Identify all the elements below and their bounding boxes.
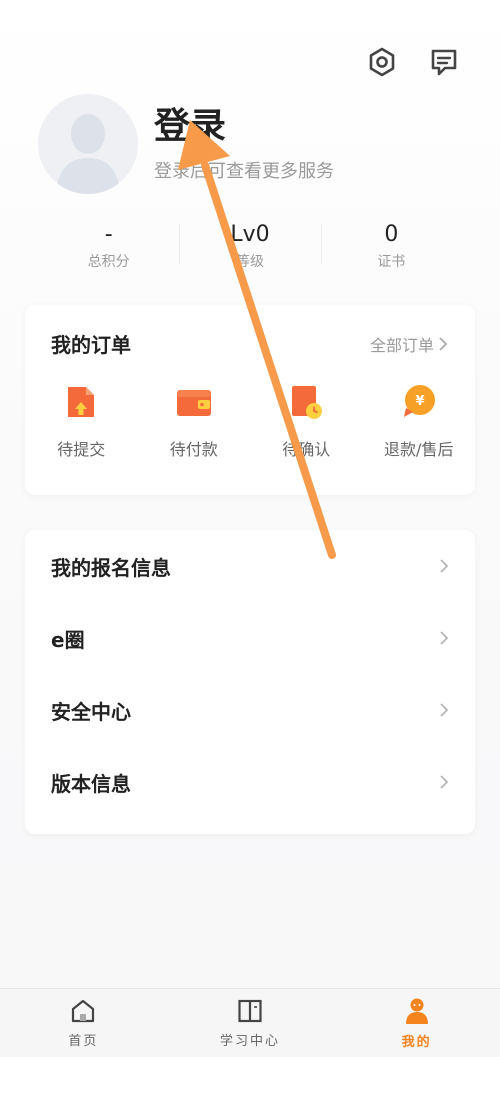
stats-row: - 总积分 Lv0 等级 0 证书: [38, 222, 462, 271]
stat-level[interactable]: Lv0 等级: [179, 222, 320, 271]
profile-icon: [405, 998, 428, 1024]
menu-item-ecircle[interactable]: e圈: [25, 602, 475, 674]
menu-label: 版本信息: [51, 771, 131, 796]
login-title[interactable]: 登录: [154, 105, 334, 149]
settings-button[interactable]: [364, 44, 400, 80]
bottom-safe-area: [0, 1057, 500, 1111]
order-pending-confirm[interactable]: 待确认: [256, 382, 356, 460]
menu-label: e圈: [51, 627, 85, 652]
menu-item-registration[interactable]: 我的报名信息: [25, 530, 475, 602]
book-icon: [238, 999, 262, 1022]
chevron-right-icon: [440, 775, 449, 789]
all-orders-link[interactable]: 全部订单: [370, 332, 449, 356]
message-icon: [431, 49, 457, 76]
tab-label: 学习中心: [220, 1033, 281, 1049]
order-label: 待提交: [57, 440, 106, 459]
stat-value: 0: [384, 222, 399, 247]
messages-button[interactable]: [426, 44, 462, 80]
stat-label: 总积分: [87, 254, 130, 270]
profile-screen: 登录 登录后可查看更多服务 - 总积分 Lv0 等级 0 证书 我的订单 全部订…: [0, 0, 500, 1111]
order-label: 退款/售后: [384, 440, 454, 459]
menu-card: 我的报名信息 e圈 安全中心 版本信息: [25, 530, 475, 834]
login-subtitle: 登录后可查看更多服务: [154, 161, 334, 182]
order-pending-submit[interactable]: 待提交: [31, 382, 131, 460]
orders-title: 我的订单: [51, 333, 131, 357]
menu-label: 安全中心: [51, 699, 131, 724]
wallet-icon: [176, 390, 211, 416]
chevron-right-icon: [439, 336, 448, 351]
document-clock-icon: [292, 386, 323, 419]
tab-learning-center[interactable]: 学习中心: [167, 989, 334, 1057]
stat-certificates[interactable]: 0 证书: [320, 222, 462, 271]
all-orders-label: 全部订单: [369, 335, 434, 355]
stat-label: 等级: [235, 254, 264, 270]
avatar[interactable]: [38, 94, 138, 194]
menu-item-version[interactable]: 版本信息: [25, 746, 475, 818]
order-label: 待确认: [282, 440, 331, 459]
yen-bubble-icon: ¥: [403, 385, 435, 417]
stat-value: -: [104, 222, 113, 247]
profile-text: 登录 登录后可查看更多服务: [154, 105, 334, 183]
stat-value: Lv0: [230, 222, 270, 247]
orders-header: 我的订单 全部订单: [25, 305, 475, 358]
document-upload-icon: [68, 387, 95, 417]
top-icons: [364, 44, 462, 80]
profile-header[interactable]: 登录 登录后可查看更多服务: [38, 94, 334, 194]
tab-label: 我的: [401, 1034, 432, 1050]
home-icon: [72, 999, 95, 1022]
bottom-tab-bar: 首页 学习中心 我的: [0, 988, 500, 1057]
menu-label: 我的报名信息: [51, 555, 171, 580]
stat-points[interactable]: - 总积分: [38, 222, 179, 271]
chevron-right-icon: [440, 559, 449, 573]
svg-text:¥: ¥: [415, 394, 424, 409]
stat-label: 证书: [377, 254, 406, 270]
tab-label: 首页: [68, 1033, 99, 1049]
chevron-right-icon: [440, 631, 449, 645]
default-avatar-icon: [56, 114, 120, 194]
order-label: 待付款: [169, 440, 218, 459]
orders-card: 我的订单 全部订单 待提交 待付款 待确认 ¥ 退款/售后: [25, 305, 475, 495]
menu-item-security[interactable]: 安全中心: [25, 674, 475, 746]
order-status-row: 待提交 待付款 待确认 ¥ 退款/售后: [25, 382, 475, 460]
order-refund[interactable]: ¥ 退款/售后: [369, 382, 469, 460]
chevron-right-icon: [440, 703, 449, 717]
settings-hexagon-icon: [369, 47, 395, 77]
tab-home[interactable]: 首页: [0, 989, 167, 1057]
order-pending-payment[interactable]: 待付款: [144, 382, 244, 460]
tab-mine[interactable]: 我的: [333, 989, 500, 1057]
